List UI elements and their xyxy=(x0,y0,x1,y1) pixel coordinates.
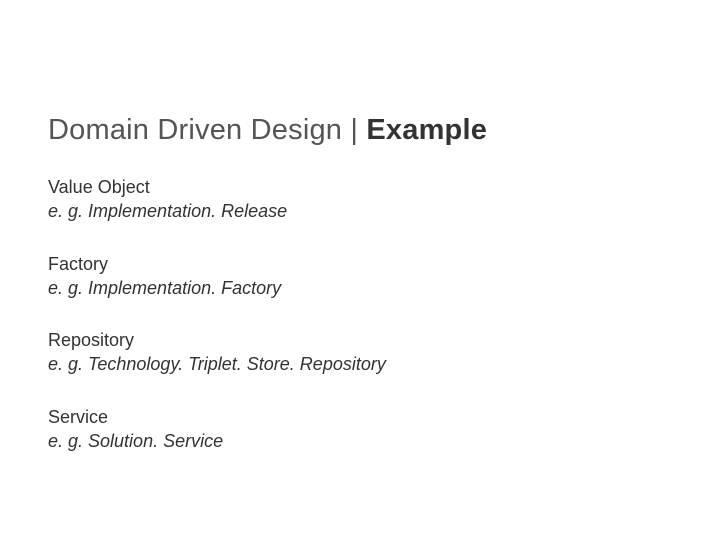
concept-example: e. g. Solution. Service xyxy=(48,429,672,453)
example-text: Technology. Triplet. Store. Repository xyxy=(88,354,386,374)
example-label: e. g. xyxy=(48,201,88,221)
title-prefix: Domain Driven Design | xyxy=(48,114,366,146)
concept-example: e. g. Implementation. Factory xyxy=(48,276,672,300)
concept-block: Value Object e. g. Implementation. Relea… xyxy=(48,175,672,224)
example-label: e. g. xyxy=(48,354,88,374)
example-text: Solution. Service xyxy=(88,431,223,451)
concept-name: Value Object xyxy=(48,175,672,199)
concept-example: e. g. Technology. Triplet. Store. Reposi… xyxy=(48,352,672,376)
concept-block: Repository e. g. Technology. Triplet. St… xyxy=(48,328,672,377)
concept-block: Factory e. g. Implementation. Factory xyxy=(48,252,672,301)
page-title: Domain Driven Design | Example xyxy=(48,114,672,147)
example-text: Implementation. Factory xyxy=(88,278,281,298)
title-highlight: Example xyxy=(366,114,487,146)
example-text: Implementation. Release xyxy=(88,201,287,221)
slide: Domain Driven Design | Example Value Obj… xyxy=(0,0,720,453)
concept-example: e. g. Implementation. Release xyxy=(48,199,672,223)
concept-name: Service xyxy=(48,405,672,429)
concept-name: Repository xyxy=(48,328,672,352)
example-label: e. g. xyxy=(48,431,88,451)
concept-block: Service e. g. Solution. Service xyxy=(48,405,672,454)
example-label: e. g. xyxy=(48,278,88,298)
concept-name: Factory xyxy=(48,252,672,276)
